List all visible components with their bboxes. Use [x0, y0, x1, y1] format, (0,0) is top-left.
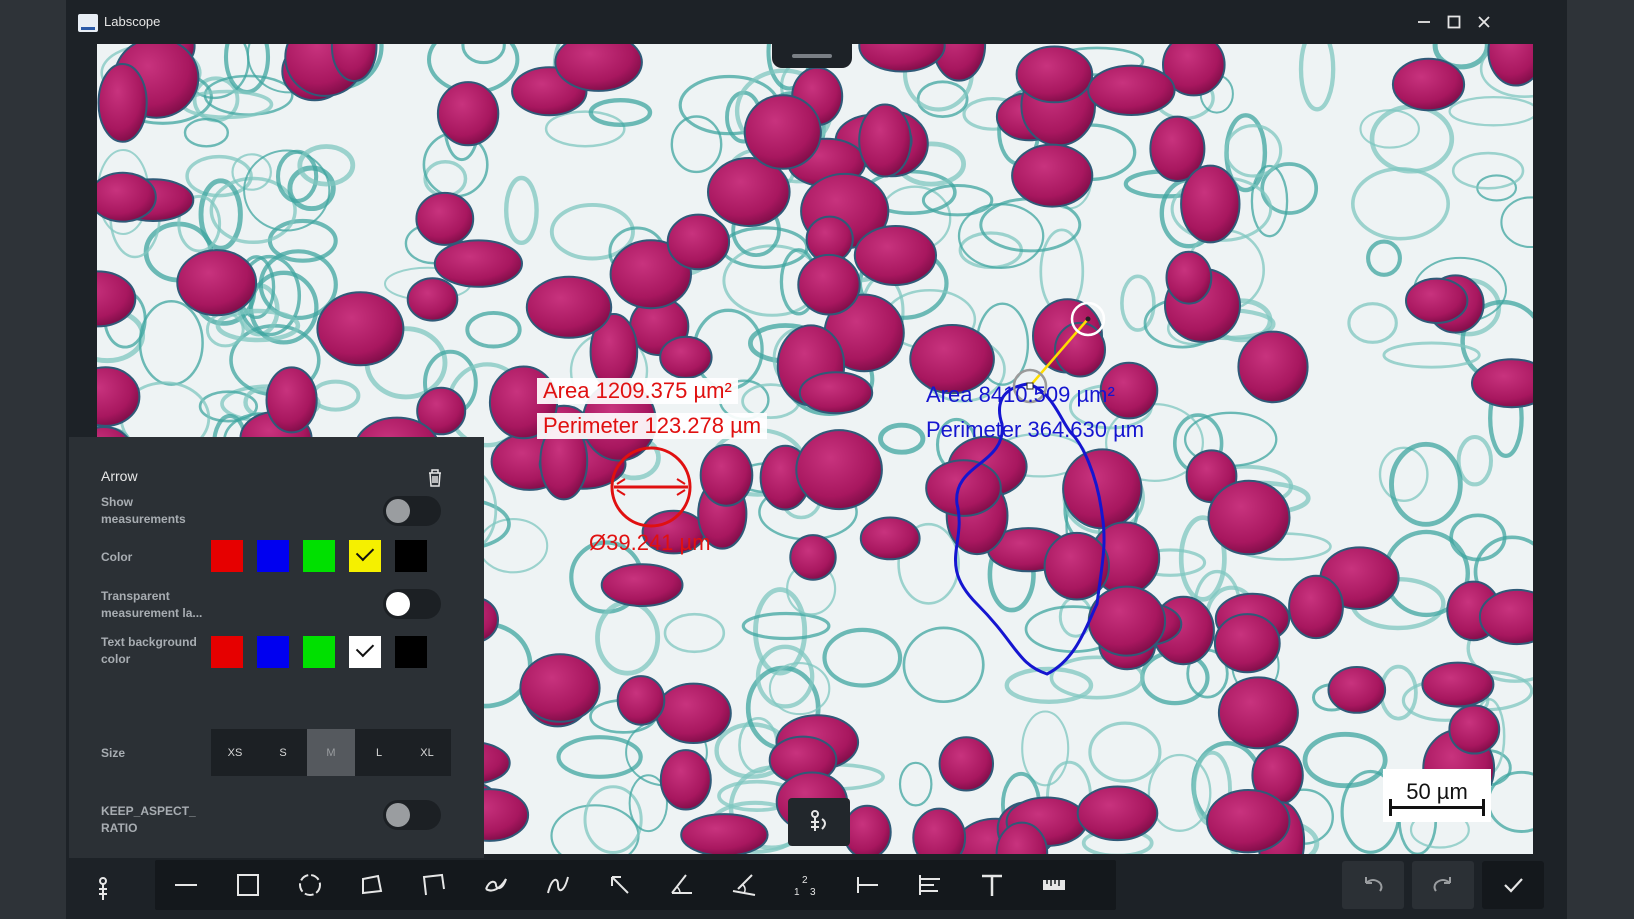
size-option-l[interactable]: L [355, 729, 403, 776]
bottom-toolbar: 123 [69, 858, 1561, 919]
pin-icon [99, 877, 107, 900]
confirm-icon [1504, 878, 1523, 893]
pin-toolbar-button[interactable] [83, 869, 123, 909]
text-bg-swatch-black[interactable] [395, 636, 427, 668]
align-tool-icon[interactable] [908, 864, 952, 906]
transparent-label: Transparent measurement la... [101, 589, 203, 620]
measurement-tools: 123 [155, 860, 1116, 910]
freehand-closed-tool-icon[interactable] [474, 864, 518, 906]
color-swatch-yellow[interactable] [349, 540, 381, 572]
text-background-label: Text background color [101, 635, 197, 666]
svg-text:2: 2 [802, 875, 808, 886]
scale-bar-label: 50 µm [1406, 779, 1468, 804]
size-selector: XS S M L XL [211, 729, 451, 776]
color-swatch-black[interactable] [395, 540, 427, 572]
curve-tool-icon[interactable] [536, 864, 580, 906]
circle-area-label: Area 1209.375 µm² [537, 378, 738, 404]
panel-title: Arrow [101, 468, 138, 484]
scale-bar-line [1389, 799, 1485, 816]
labscope-app-icon [78, 14, 98, 32]
counter-tool-icon[interactable]: 123 [784, 864, 828, 906]
undo-button[interactable] [1342, 861, 1404, 909]
distance-tool-icon[interactable] [846, 864, 890, 906]
svg-text:3: 3 [810, 887, 816, 898]
color-label: Color [101, 550, 133, 564]
angle-tool-icon[interactable] [660, 864, 704, 906]
text-bg-swatch-red[interactable] [211, 636, 243, 668]
redo-icon [1433, 877, 1451, 892]
app-title: Labscope [104, 14, 161, 29]
keep-aspect-ratio-toggle[interactable] [383, 800, 441, 830]
confirm-button[interactable] [1482, 861, 1544, 909]
show-measurements-toggle[interactable] [383, 496, 441, 526]
pin-icon [811, 810, 826, 831]
annotation-properties-panel: Arrow Show measurements Color Transparen… [69, 437, 484, 867]
size-option-s[interactable]: S [259, 729, 307, 776]
top-panel-handle[interactable] [772, 44, 852, 68]
circle-diameter-label: Ø39.241 µm [589, 530, 711, 555]
text-bg-swatch-white[interactable] [349, 636, 381, 668]
transparent-toggle[interactable] [383, 589, 441, 619]
four-point-angle-tool-icon[interactable] [722, 864, 766, 906]
freehand-perimeter-label: Perimeter 364.630 µm [926, 417, 1145, 442]
trash-icon[interactable] [425, 467, 445, 489]
line-tool-icon[interactable] [164, 864, 208, 906]
freehand-area-label: Area 8410.509 µm² [926, 382, 1115, 407]
size-label: Size [101, 746, 126, 760]
check-icon [355, 542, 375, 562]
title-bar: Labscope [66, 0, 1567, 44]
text-bg-swatch-green[interactable] [303, 636, 335, 668]
color-swatch-red[interactable] [211, 540, 243, 572]
size-option-xl[interactable]: XL [403, 729, 451, 776]
minimize-icon[interactable] [1412, 10, 1436, 34]
rectangle-tool-icon[interactable] [226, 864, 270, 906]
undo-icon [1365, 877, 1383, 892]
pin-tool-button[interactable] [788, 798, 850, 846]
polygon-tool-icon[interactable] [350, 864, 394, 906]
size-option-m[interactable]: M [307, 729, 355, 776]
keep-aspect-ratio-label: KEEP_ASPECT_RATIO [101, 804, 196, 835]
svg-text:1: 1 [794, 887, 800, 898]
close-icon[interactable] [1472, 10, 1496, 34]
color-swatch-green[interactable] [303, 540, 335, 572]
scale-bar[interactable]: 50 µm [1383, 769, 1491, 822]
arrow-tool-icon[interactable] [598, 864, 642, 906]
circle-perimeter-label: Perimeter 123.278 µm [537, 413, 768, 439]
text-bg-swatch-blue[interactable] [257, 636, 289, 668]
text-tool-icon[interactable] [970, 864, 1014, 906]
redo-button[interactable] [1412, 861, 1474, 909]
circle-tool-icon[interactable] [288, 864, 332, 906]
color-swatch-blue[interactable] [257, 540, 289, 572]
size-option-xs[interactable]: XS [211, 729, 259, 776]
scale-bar-tool-icon[interactable] [1032, 864, 1076, 906]
show-measurements-label: Show measurements [101, 495, 186, 526]
open-polygon-tool-icon[interactable] [412, 864, 456, 906]
check-icon [355, 638, 375, 658]
maximize-icon[interactable] [1442, 10, 1466, 34]
